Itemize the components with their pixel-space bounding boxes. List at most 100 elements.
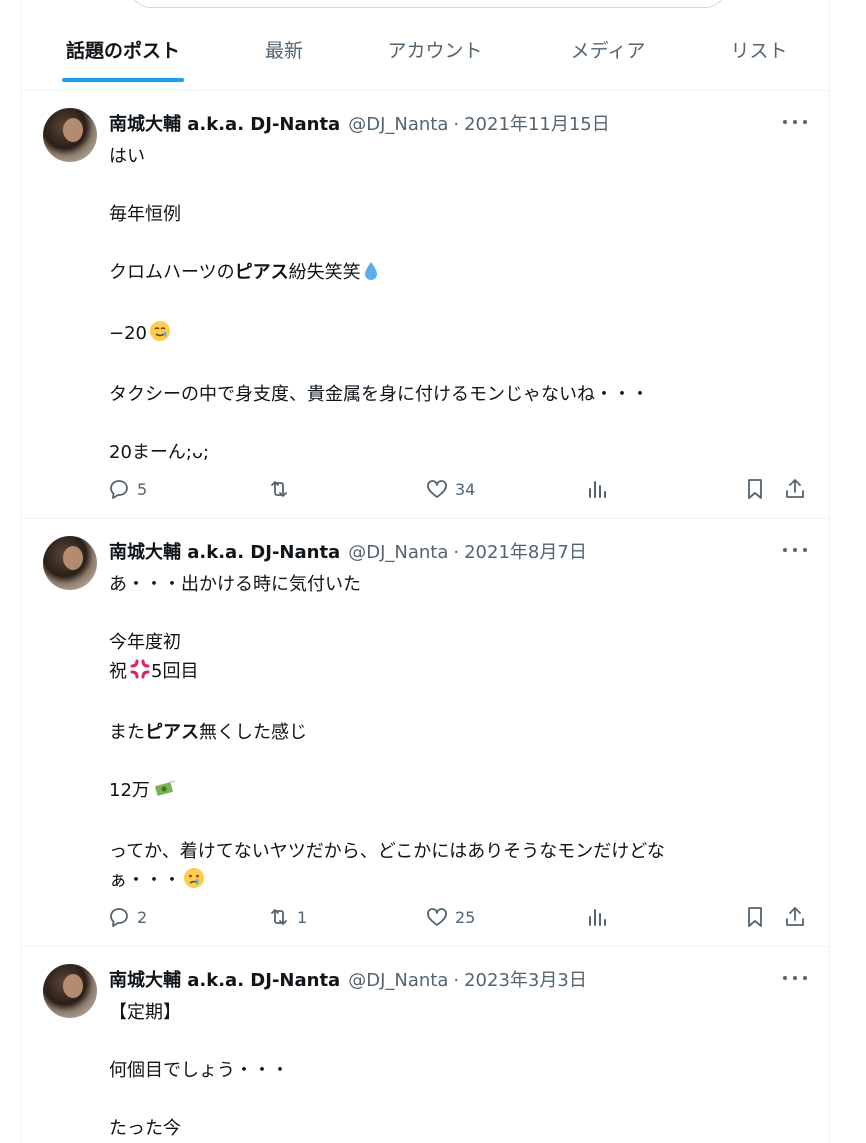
highlighted-term: ピアス (234, 262, 289, 283)
tweet-actions: 2 1 25 (107, 902, 807, 932)
highlighted-term: ピアス (145, 722, 199, 743)
share-icon (786, 907, 804, 926)
text-line: たった今 (109, 1118, 181, 1139)
tweet-text: はい 毎年恒例 クロムハーツのピアス紛失笑笑 −20 タクシーの中で身支度、貴金… (109, 142, 769, 467)
reply-button[interactable]: 5 (107, 474, 147, 504)
reply-count: 2 (137, 907, 148, 927)
display-name[interactable]: 南城大輔 a.k.a. DJ-Nanta (109, 538, 340, 564)
crying-smile-emoji-icon (149, 320, 171, 351)
views-button[interactable] (585, 474, 609, 504)
retweet-icon (271, 481, 287, 497)
droplet-icon (363, 261, 379, 290)
text-line: タクシーの中で身支度、貴金属を身に付けるモンじゃないね・・・ (109, 384, 649, 405)
text-line: 毎年恒例 (109, 204, 181, 225)
crying-face-icon (183, 867, 205, 898)
like-button[interactable]: 34 (425, 474, 475, 504)
tweet-header: 南城大輔 a.k.a. DJ-Nanta @DJ_Nanta · 2021年11… (109, 110, 610, 136)
handle[interactable]: @DJ_Nanta (348, 542, 448, 563)
timeline-column: 話題のポスト 最新 アカウント メディア リスト 南城大輔 a.k.a. DJ-… (20, 0, 830, 1143)
tweet[interactable]: 南城大輔 a.k.a. DJ-Nanta @DJ_Nanta · 2021年11… (21, 92, 829, 519)
text-span: −20 (109, 323, 147, 344)
text-line: 【定期】 (109, 1002, 181, 1023)
like-button[interactable]: 25 (425, 902, 475, 932)
text-line: 祝 5回目 (109, 657, 769, 689)
text-line: またピアス無くした感じ (109, 718, 769, 747)
more-icon[interactable] (783, 112, 807, 132)
text-span: 5回目 (151, 661, 199, 682)
text-line: ってか、着けてないヤツだから、どこかにはありそうなモンだけどな (109, 841, 665, 862)
anger-symbol-icon (129, 658, 151, 689)
retweet-button[interactable] (267, 474, 297, 504)
text-span: ぁ・・・ (109, 870, 181, 891)
reply-button[interactable]: 2 (107, 902, 147, 932)
tab-lists[interactable]: リスト (719, 20, 799, 84)
tab-top[interactable]: 話題のポスト (62, 20, 184, 84)
tweet[interactable]: 南城大輔 a.k.a. DJ-Nanta @DJ_Nanta · 2023年3月… (21, 948, 829, 1143)
tab-latest[interactable]: 最新 (249, 20, 319, 84)
tweet-header: 南城大輔 a.k.a. DJ-Nanta @DJ_Nanta · 2023年3月… (109, 966, 587, 992)
tweet-text: 【定期】 何個目でしょう・・・ たった今 (109, 998, 769, 1143)
text-span: 祝 (109, 661, 127, 682)
separator: · (453, 970, 460, 991)
tab-media[interactable]: メディア (553, 20, 663, 84)
text-span: 無くした感じ (199, 722, 307, 743)
more-icon[interactable] (783, 540, 807, 560)
timestamp[interactable]: 2021年11月15日 (464, 110, 610, 136)
text-line: あ・・・出かける時に気付いた (109, 574, 361, 595)
retweet-icon (271, 909, 287, 925)
reply-icon (110, 908, 128, 927)
like-icon (427, 480, 447, 498)
bookmark-button[interactable] (743, 902, 767, 932)
text-line: 20まーん;ᴗ; (109, 442, 210, 463)
text-span: クロムハーツの (109, 262, 235, 283)
share-button[interactable] (783, 474, 807, 504)
bookmark-icon (748, 479, 762, 499)
tweet-actions: 5 34 (107, 474, 807, 504)
active-tab-indicator (62, 78, 184, 82)
search-input[interactable] (131, 0, 725, 8)
handle[interactable]: @DJ_Nanta (348, 970, 448, 991)
avatar[interactable] (43, 108, 97, 162)
retweet-button[interactable]: 1 (267, 902, 307, 932)
text-span: また (109, 722, 145, 743)
like-icon (427, 908, 447, 926)
handle[interactable]: @DJ_Nanta (348, 114, 448, 135)
share-button[interactable] (783, 902, 807, 932)
text-line: ぁ・・・ (109, 866, 769, 898)
text-line: クロムハーツのピアス紛失笑笑 (109, 258, 769, 290)
money-with-wings-icon (152, 777, 178, 808)
like-count: 25 (455, 907, 476, 927)
text-line: 12万 (109, 776, 769, 808)
timestamp[interactable]: 2023年3月3日 (464, 966, 587, 992)
bookmark-button[interactable] (743, 474, 767, 504)
tweet[interactable]: 南城大輔 a.k.a. DJ-Nanta @DJ_Nanta · 2021年8月… (21, 520, 829, 947)
bookmark-icon (748, 907, 762, 927)
text-span: 紛失笑笑 (288, 262, 361, 283)
display-name[interactable]: 南城大輔 a.k.a. DJ-Nanta (109, 966, 340, 992)
views-icon (589, 909, 606, 926)
tweet-header: 南城大輔 a.k.a. DJ-Nanta @DJ_Nanta · 2021年8月… (109, 538, 587, 564)
reply-count: 5 (137, 479, 148, 499)
share-icon (786, 479, 804, 498)
avatar[interactable] (43, 536, 97, 590)
views-button[interactable] (585, 902, 609, 932)
views-icon (589, 481, 606, 498)
separator: · (453, 114, 460, 135)
text-span: 12万 (109, 780, 150, 801)
timestamp[interactable]: 2021年8月7日 (464, 538, 587, 564)
retweet-count: 1 (297, 907, 308, 927)
more-icon[interactable] (783, 968, 807, 988)
tweet-text: あ・・・出かける時に気付いた 今年度初 祝 5回目 またピアス無くした感じ 12万… (109, 570, 769, 898)
avatar[interactable] (43, 964, 97, 1018)
like-count: 34 (455, 479, 476, 499)
reply-icon (110, 480, 128, 499)
text-line: はい (109, 146, 145, 167)
text-line: 今年度初 (109, 632, 181, 653)
tab-accounts[interactable]: アカウント (375, 20, 495, 84)
search-tabs: 話題のポスト 最新 アカウント メディア リスト (21, 20, 829, 84)
separator: · (453, 542, 460, 563)
text-line: −20 (109, 319, 769, 351)
divider (21, 90, 829, 91)
display-name[interactable]: 南城大輔 a.k.a. DJ-Nanta (109, 110, 340, 136)
text-line: 何個目でしょう・・・ (109, 1060, 289, 1081)
